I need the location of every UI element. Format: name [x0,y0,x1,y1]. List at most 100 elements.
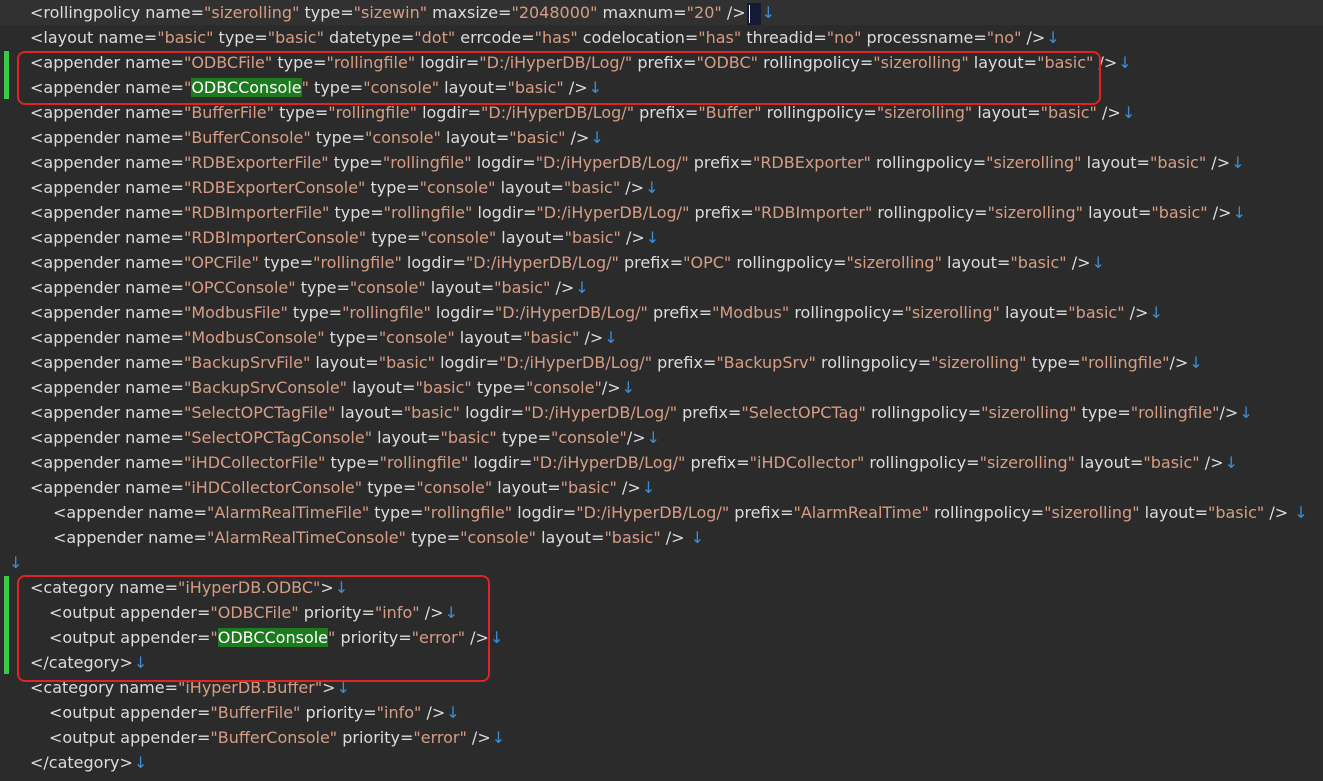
attribute-value: "AlarmRealTime" [793,503,929,522]
code-token: prefix= [729,503,794,522]
attribute-value: "D:/iHyperDB/Log/" [536,203,690,222]
code-token: type= [310,128,365,147]
attribute-value: "iHDCollectorConsole" [183,478,363,497]
attribute-value: "SelectOPCTag" [741,403,866,422]
code-line[interactable]: <layout name="basic" type="basic" datety… [0,25,1323,50]
code-editor[interactable]: <rollingpolicy name="sizerolling" type="… [0,0,1323,781]
code-line[interactable]: <appender name="SelectOPCTagConsole" lay… [0,425,1323,450]
attribute-value: "basic" [1040,103,1097,122]
attribute-value: "RDBExporter" [752,153,871,172]
code-token: threadid= [741,28,827,47]
attribute-value: "basic" [1149,153,1207,172]
code-token: type= [329,203,384,222]
code-token: layout= [492,478,561,497]
code-token: layout= [454,328,524,347]
code-token: logdir= [401,253,466,272]
code-line[interactable]: <output appender="BufferConsole" priorit… [0,725,1323,750]
attribute-value: "rollingfile" [328,103,417,122]
code-token: <appender name= [30,303,184,322]
attribute-value: "iHDCollectorFile" [183,453,326,472]
attribute-value: "basic" [604,528,661,547]
code-token: errcode= [455,28,535,47]
line-end-arrow-icon: ↓ [9,553,23,572]
code-token: <appender name= [53,528,207,547]
code-token: priority= [300,703,377,722]
code-line[interactable]: <appender name="iHDCollectorFile" type="… [0,450,1323,475]
attribute-value: "basic" [403,403,460,422]
attribute-value: "BufferConsole" [183,128,311,147]
code-token: /> [1199,453,1224,472]
code-token: layout= [1081,153,1150,172]
code-line[interactable]: <appender name="RDBExporterConsole" type… [0,175,1323,200]
code-token: /> [1021,28,1046,47]
code-line[interactable]: <appender name="ModbusConsole" type="con… [0,325,1323,350]
code-token: type= [496,428,551,447]
code-token: rollingpolicy= [864,453,980,472]
code-line-text: <appender name="AlarmRealTimeFile" type=… [53,500,1308,525]
code-line[interactable]: <appender name="SelectOPCTagFile" layout… [0,400,1323,425]
code-token: prefix= [652,353,717,372]
code-line[interactable]: <appender name="BackupSrvConsole" layout… [0,375,1323,400]
code-token: /> [1219,403,1239,422]
code-token: type= [213,28,268,47]
code-token: layout= [496,228,565,247]
code-token: <appender name= [30,428,184,447]
line-end-arrow-icon: ↓ [1231,153,1245,172]
line-end-arrow-icon: ↓ [1224,453,1238,472]
line-end-arrow-icon: ↓ [1046,28,1060,47]
attribute-value: "info" [376,703,422,722]
line-end-arrow-icon: ↓ [446,703,460,722]
attribute-value: "SelectOPCTagFile" [183,403,336,422]
attribute-value: "basic" [415,378,472,397]
code-token: rollingpolicy= [789,303,905,322]
code-line[interactable]: <appender name="ModbusFile" type="rollin… [0,300,1323,325]
code-line-text: <appender name="RDBImporterConsole" type… [30,225,659,250]
attribute-value: "RDBExporterFile" [183,153,329,172]
attribute-value: "basic" [494,278,551,297]
code-token: layout= [335,403,404,422]
code-line[interactable]: </category>↓ [0,750,1323,775]
attribute-value: "basic" [378,353,435,372]
code-line[interactable]: <appender name="AlarmRealTimeConsole" ty… [0,525,1323,550]
code-line-text: <appender name="RDBExporterConsole" type… [30,175,658,200]
line-end-arrow-icon: ↓ [133,753,148,772]
code-line[interactable]: <appender name="RDBExporterFile" type="r… [0,150,1323,175]
code-token: <output appender= [49,728,211,747]
attribute-value: "BackupSrvConsole" [183,378,348,397]
code-line[interactable]: <appender name="BackupSrvFile" layout="b… [0,350,1323,375]
code-token: prefix= [634,103,699,122]
code-token: logdir= [430,303,495,322]
code-token: /> [1206,153,1231,172]
code-line[interactable]: <appender name="RDBImporterConsole" type… [0,225,1323,250]
code-line-text: <appender name="BufferConsole" type="con… [30,125,604,150]
attribute-value: "BufferFile" [183,103,275,122]
code-line[interactable]: <appender name="RDBImporterFile" type="r… [0,200,1323,225]
code-token: /> [1096,103,1121,122]
attribute-value: "rollingfile" [1130,403,1220,422]
code-line[interactable]: <appender name="AlarmRealTimeFile" type=… [0,500,1323,525]
code-token: /> [1066,253,1091,272]
code-token: rollingpolicy= [865,403,982,422]
attribute-value: "sizerolling" [981,403,1077,422]
code-line[interactable]: <appender name="OPCFile" type="rollingfi… [0,250,1323,275]
code-line[interactable]: <appender name="BufferConsole" type="con… [0,125,1323,150]
line-end-arrow-icon: ↓ [1232,203,1246,222]
code-line-text: <appender name="BackupSrvConsole" layout… [30,375,635,400]
attribute-value: "D:/iHyperDB/Log/" [576,503,730,522]
code-line-text: <appender name="OPCFile" type="rollingfi… [30,250,1105,275]
code-line[interactable]: <appender name="OPCConsole" type="consol… [0,275,1323,300]
code-line[interactable]: ↓ [0,550,1323,575]
code-line[interactable]: <appender name="iHDCollectorConsole" typ… [0,475,1323,500]
code-line[interactable]: <rollingpolicy name="sizerolling" type="… [0,0,1323,25]
code-token: layout= [1082,203,1152,222]
code-token: datetype= [323,28,415,47]
attribute-value: "error" [413,728,467,747]
attribute-value: "basic" [1010,253,1067,272]
attribute-value: "no" [826,28,862,47]
code-line-text: <output appender="BufferFile" priority="… [49,700,460,725]
attribute-value: "console" [420,228,497,247]
code-line-text: <layout name="basic" type="basic" datety… [30,25,1060,50]
code-token: /> [620,178,645,197]
code-token: /> [579,328,604,347]
code-line[interactable]: <output appender="BufferFile" priority="… [0,700,1323,725]
